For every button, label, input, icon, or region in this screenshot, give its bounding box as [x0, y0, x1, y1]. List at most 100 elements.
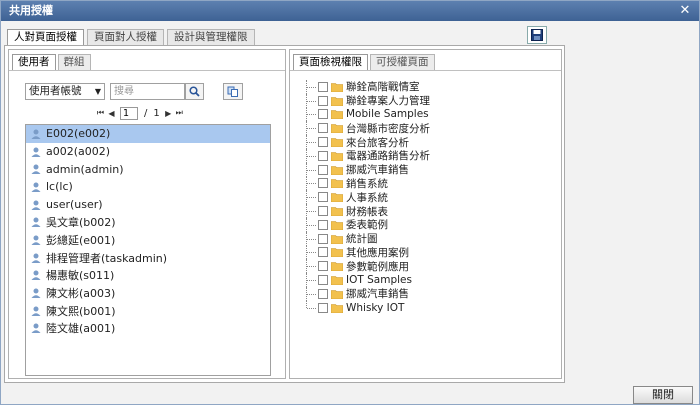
tree-item[interactable]: 財務帳表 [306, 204, 556, 218]
filter-select-value: 使用者帳號 [29, 85, 82, 97]
tree-item-label: IOT Samples [346, 274, 412, 287]
tab-design-admin[interactable]: 設計與管理權限 [167, 29, 255, 46]
list-item[interactable]: 排程管理者(taskadmin) [26, 249, 270, 267]
list-item[interactable]: admin(admin) [26, 160, 270, 178]
divider [290, 70, 561, 71]
folder-icon [331, 83, 343, 92]
filter-select[interactable]: 使用者帳號 ▼ [25, 83, 105, 100]
list-item[interactable]: 楊惠敏(s011) [26, 267, 270, 285]
tree-branch [306, 176, 316, 191]
user-icon [31, 164, 41, 175]
list-item[interactable]: 彭總延(e001) [26, 231, 270, 249]
tree-item[interactable]: IOT Samples [306, 273, 556, 287]
tree-branch [306, 80, 316, 94]
checkbox[interactable] [318, 137, 328, 148]
close-button[interactable]: 關閉 [633, 386, 693, 404]
user-label: 陳文彬(a003) [46, 287, 116, 301]
checkbox[interactable] [318, 150, 328, 161]
tree-item[interactable]: 其他應用案例 [306, 245, 556, 260]
tree-item[interactable]: 參數範例應用 [306, 259, 556, 274]
tree-item[interactable]: Whisky IOT [306, 300, 556, 315]
tree-branch [306, 231, 316, 246]
list-item[interactable]: 陳文熙(b001) [26, 302, 270, 320]
folder-icon [331, 110, 343, 120]
checkbox[interactable] [318, 95, 328, 106]
list-item[interactable]: a002(a002) [26, 143, 270, 161]
tree-item-label: 電器通路銷售分析 [346, 150, 430, 163]
tree-item[interactable]: 人事系統 [306, 190, 556, 205]
checkbox[interactable] [318, 164, 328, 175]
tree-item[interactable]: 聯銓專案人力管理 [306, 93, 556, 108]
tree-item[interactable]: 統計圖 [306, 231, 556, 246]
checkbox[interactable] [318, 123, 328, 134]
next-page-icon[interactable]: ▶ [163, 109, 174, 118]
search-button[interactable] [185, 83, 204, 100]
folder-icon [331, 124, 343, 134]
first-page-icon[interactable]: ⏮ [95, 108, 106, 118]
tab-authorizable-pages[interactable]: 可授權頁面 [370, 54, 435, 70]
user-label: user(user) [46, 198, 103, 212]
checkbox[interactable] [318, 192, 328, 203]
list-item[interactable]: 陳文彬(a003) [26, 284, 270, 302]
copy-button[interactable] [223, 83, 243, 100]
tree-item-label: 人事系統 [346, 191, 388, 204]
list-item[interactable]: lc(lc) [26, 178, 270, 196]
search-input[interactable]: 搜尋 [110, 83, 185, 100]
total-pages: 1 [153, 107, 160, 119]
page-tree: 聯銓高階戰情室 聯銓專案人力管理 Mobile Samples 台灣縣市密度分析… [306, 80, 556, 315]
prev-page-icon[interactable]: ◀ [106, 109, 117, 118]
checkbox[interactable] [318, 81, 328, 92]
tree-branch [306, 190, 316, 205]
divider [9, 70, 285, 71]
user-icon [31, 253, 41, 263]
list-item[interactable]: user(user) [26, 196, 270, 214]
user-icon [31, 147, 41, 157]
share-permission-dialog: 共用授權 ✕ 人對頁面授權 頁面對人授權 設計與管理權限 使用者 群組 使用者帳… [0, 0, 700, 405]
checkbox[interactable] [318, 261, 328, 272]
tab-users[interactable]: 使用者 [12, 54, 56, 70]
folder-icon [331, 248, 343, 258]
tab-groups[interactable]: 群組 [57, 54, 91, 70]
tree-item[interactable]: 來台旅客分析 [306, 135, 556, 149]
close-icon[interactable]: ✕ [677, 2, 693, 19]
list-item[interactable]: E002(e002) [26, 125, 270, 143]
list-item[interactable]: 陸文雄(a001) [26, 320, 270, 338]
tree-item[interactable]: 電器通路銷售分析 [306, 148, 556, 163]
user-icon [31, 235, 41, 245]
left-panel: 使用者 群組 使用者帳號 ▼ 搜尋 ⏮ ◀ 1 / 1 ▶ ⏭ E002(e00… [8, 49, 286, 379]
tree-item[interactable]: 挪威汽車銷售 [306, 162, 556, 177]
checkbox[interactable] [318, 219, 328, 230]
tab-page-view-permission[interactable]: 頁面檢視權限 [293, 54, 368, 70]
save-button[interactable] [527, 26, 547, 44]
tree-branch [306, 148, 316, 163]
checkbox[interactable] [318, 233, 328, 244]
tab-page-to-user[interactable]: 頁面對人授權 [87, 29, 164, 46]
copy-icon [227, 86, 238, 97]
page-number-input[interactable] [120, 106, 138, 120]
checkbox[interactable] [318, 288, 328, 299]
user-icon [31, 306, 41, 316]
folder-icon [331, 303, 343, 313]
tree-item[interactable]: 台灣縣市密度分析 [306, 121, 556, 136]
dialog-footer: 關閉 [1, 385, 699, 405]
checkbox[interactable] [318, 275, 328, 286]
checkbox[interactable] [318, 302, 328, 313]
tree-item[interactable]: 委表範例 [306, 217, 556, 232]
checkbox[interactable] [318, 206, 328, 217]
checkbox[interactable] [318, 247, 328, 258]
tree-branch [306, 286, 316, 301]
checkbox[interactable] [318, 178, 328, 189]
tree-item[interactable]: 銷售系統 [306, 176, 556, 191]
checkbox[interactable] [318, 109, 328, 120]
tree-item-label: 委表範例 [346, 219, 388, 232]
user-label: a002(a002) [46, 145, 111, 159]
tree-item-label: 參數範例應用 [346, 260, 409, 273]
tree-item[interactable]: 聯銓高階戰情室 [306, 80, 556, 94]
right-subtabs: 頁面檢視權限 可授權頁面 [293, 54, 437, 71]
list-item[interactable]: 吳文章(b002) [26, 213, 270, 231]
tree-item[interactable]: Mobile Samples [306, 107, 556, 122]
last-page-icon[interactable]: ⏭ [174, 108, 185, 118]
user-icon [31, 323, 41, 334]
folder-icon [331, 152, 343, 161]
tree-item[interactable]: 挪威汽車銷售 [306, 286, 556, 301]
